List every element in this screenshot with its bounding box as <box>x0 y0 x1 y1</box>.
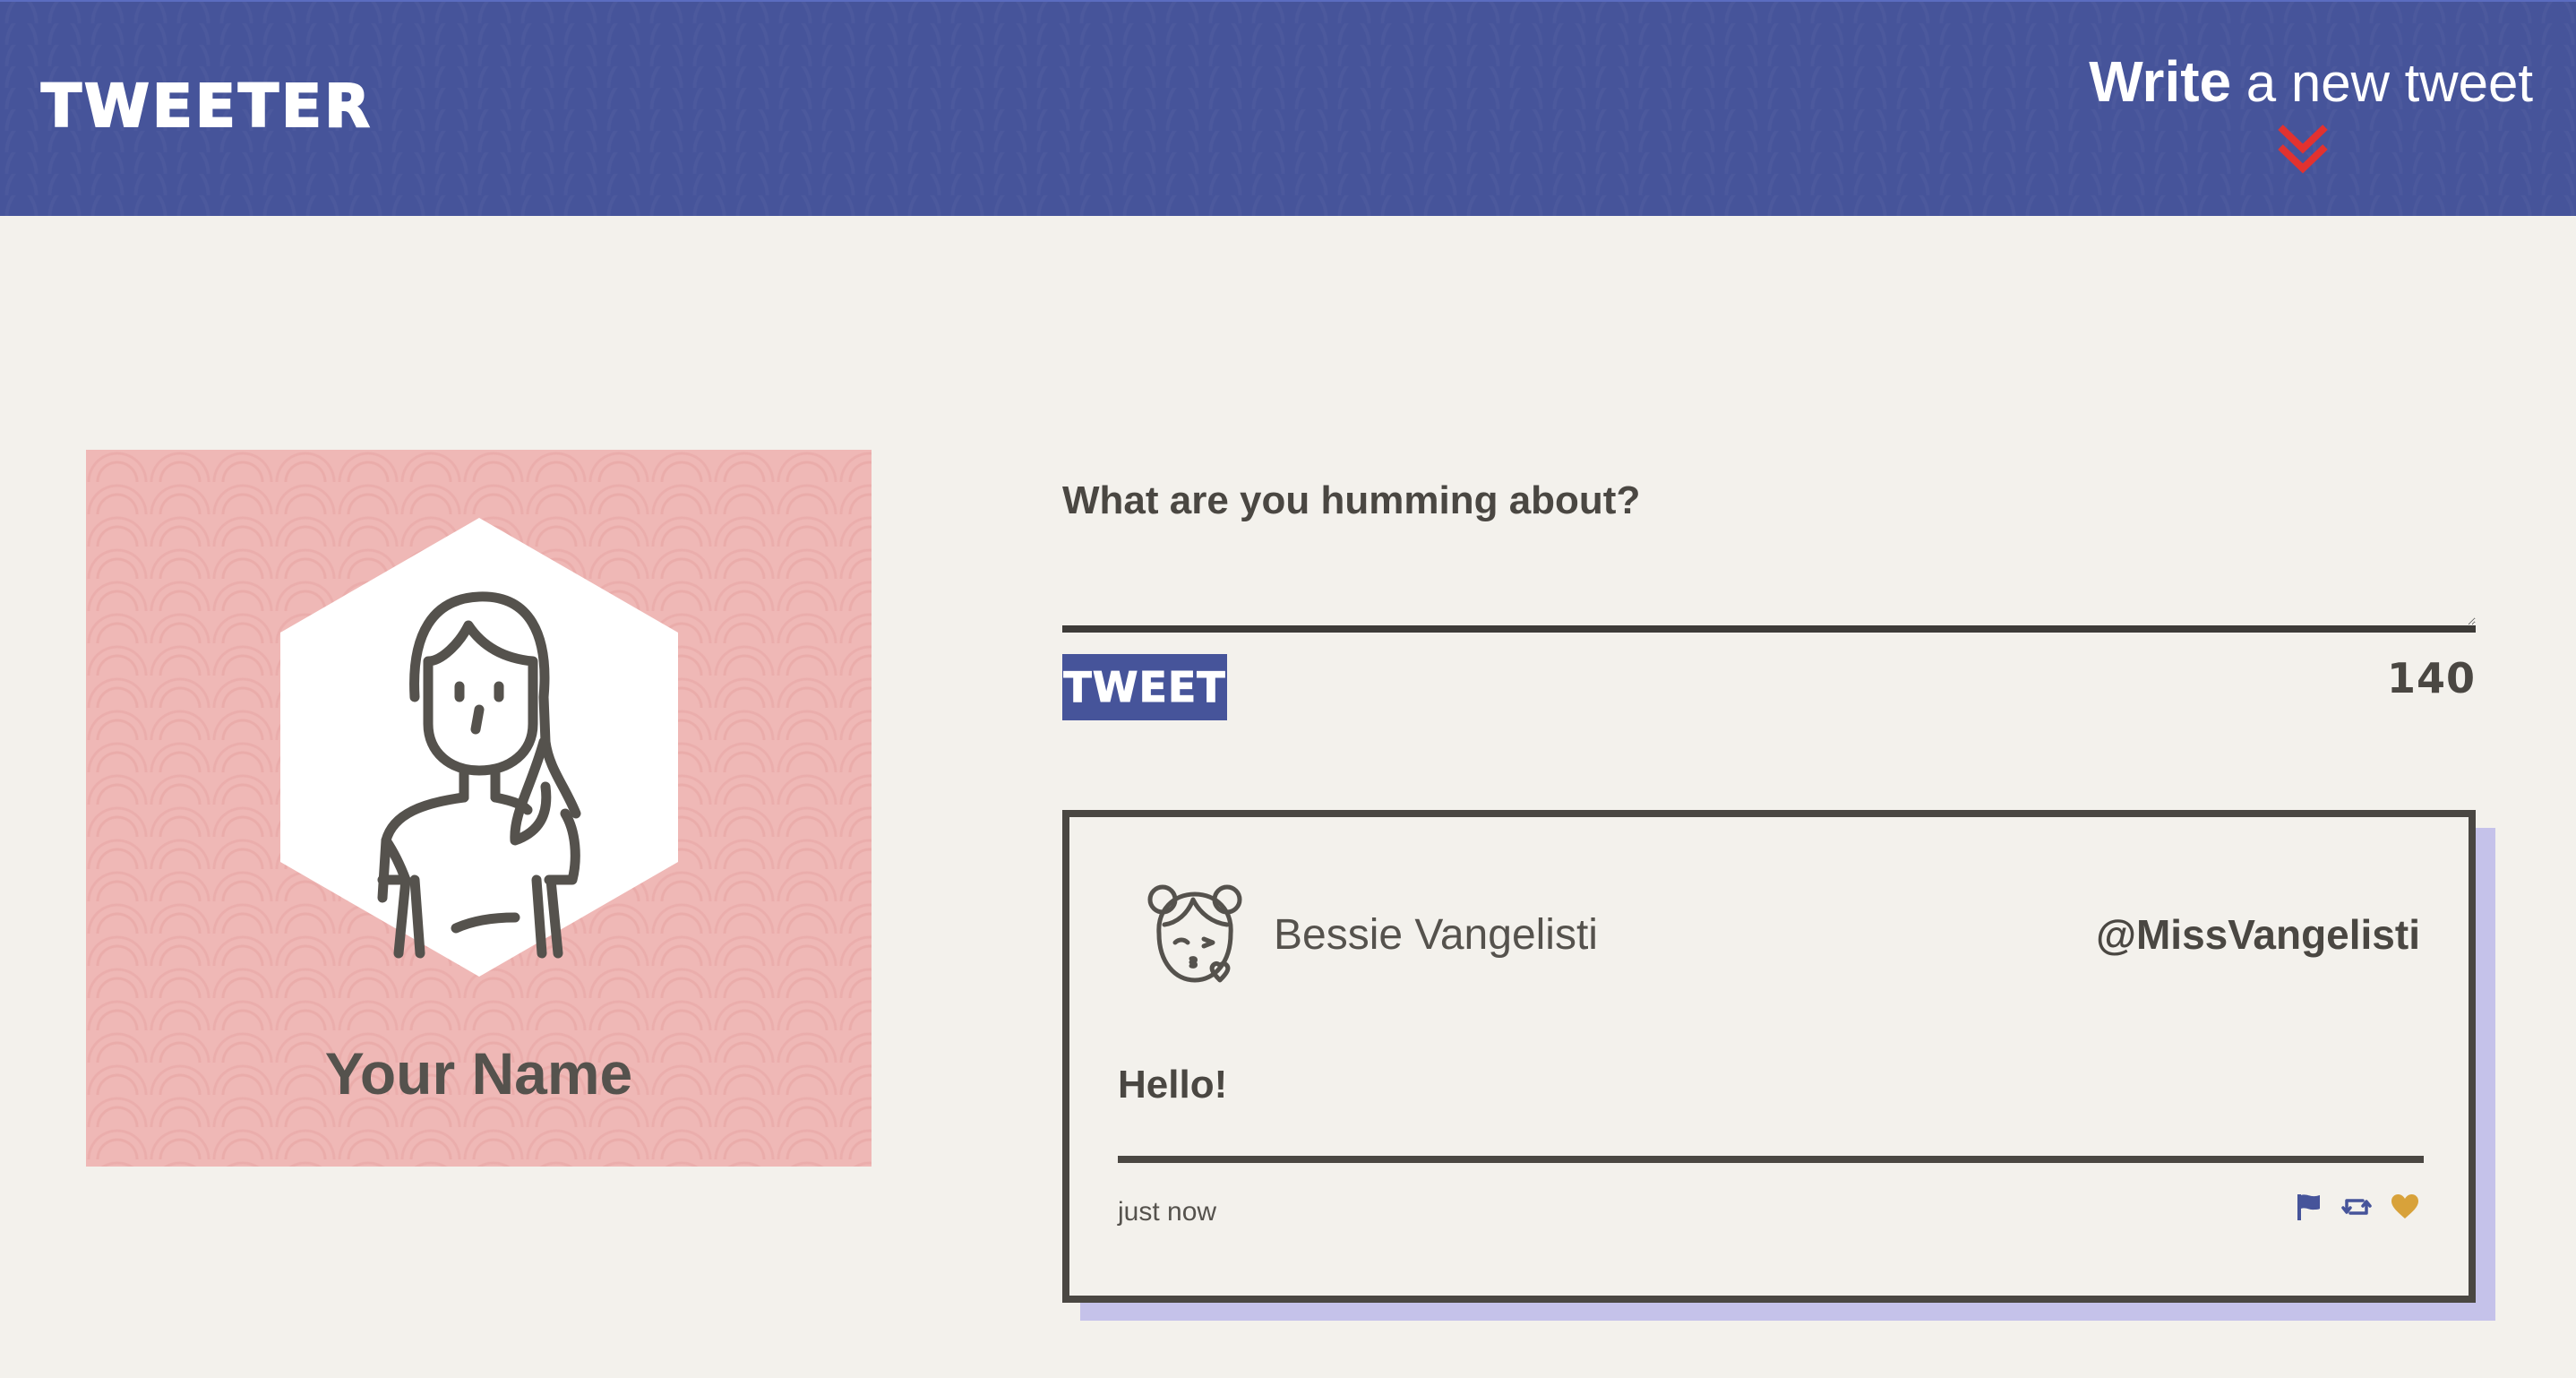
tweet-divider <box>1118 1156 2424 1163</box>
top-nav-bar: TWEETER Write a new tweet <box>0 0 2576 216</box>
tweet-author-handle: @MissVangelisti <box>2096 911 2420 958</box>
tweet-actions <box>2293 1192 2420 1222</box>
tweet-submit-button[interactable]: TWEET <box>1062 654 1227 720</box>
tweet-text-input[interactable] <box>1062 538 2476 633</box>
write-new-tweet-strong: Write <box>2089 49 2232 114</box>
app-logo: TWEETER <box>40 72 373 141</box>
girl-kiss-avatar-icon <box>1147 884 1242 983</box>
woman-avatar-icon <box>280 518 678 977</box>
write-new-tweet-toggle[interactable]: Write a new tweet <box>2089 48 2533 115</box>
flag-icon[interactable] <box>2293 1192 2323 1222</box>
tweet-author-name: Bessie Vangelisti <box>1274 911 1598 959</box>
profile-card: Your Name <box>86 450 872 1167</box>
character-counter: 140 <box>2386 654 2476 702</box>
retweet-icon[interactable] <box>2341 1192 2372 1222</box>
write-new-tweet-light: a new tweet <box>2231 53 2533 113</box>
tweet-card: Bessie Vangelisti @MissVangelisti Hello!… <box>1062 810 2476 1303</box>
double-chevron-down-icon[interactable] <box>2275 122 2331 176</box>
profile-name: Your Name <box>324 1040 633 1107</box>
compose-prompt-label: What are you humming about? <box>1062 478 1641 522</box>
tweet-timestamp: just now <box>1118 1197 1217 1227</box>
heart-icon[interactable] <box>2390 1192 2420 1222</box>
tweet-body-text: Hello! <box>1118 1063 1228 1107</box>
